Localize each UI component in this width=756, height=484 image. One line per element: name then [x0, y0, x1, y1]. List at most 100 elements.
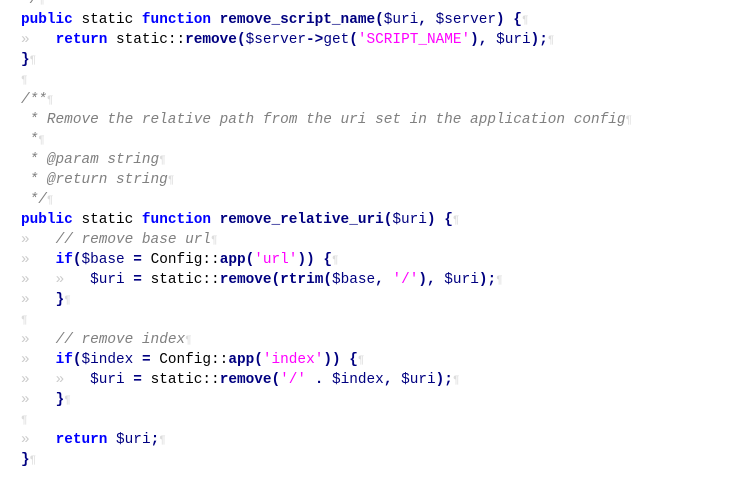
code-line[interactable]: * @return string [21, 170, 175, 190]
pilcrow-marker [30, 55, 37, 67]
code-token: remove [185, 32, 237, 48]
code-token: public [21, 212, 73, 228]
code-token: )) { [297, 252, 332, 268]
code-token: function [141, 12, 212, 28]
code-token: ); [530, 32, 548, 48]
code-token: = [124, 252, 151, 268]
code-line[interactable] [21, 410, 28, 430]
code-token: remove [219, 272, 272, 288]
code-token: $index [81, 352, 134, 368]
code-token: )) { [323, 352, 358, 368]
code-line[interactable]: * [21, 130, 45, 150]
code-token: return [55, 432, 108, 448]
code-token: remove_script_name [219, 12, 376, 28]
pilcrow-marker [64, 395, 71, 407]
code-token: get [323, 32, 350, 48]
code-line[interactable]: » // remove index [21, 330, 192, 350]
code-line[interactable]: » if($index = Config::app('index')) { [21, 350, 365, 370]
code-token: $base [331, 272, 376, 288]
code-token: $uri [383, 12, 419, 28]
code-token: static:: [150, 372, 220, 388]
code-token: remove [219, 372, 272, 388]
tab-marker: » [21, 32, 30, 48]
pilcrow-marker [548, 35, 555, 47]
code-line[interactable]: public static function remove_relative_u… [21, 210, 459, 230]
code-token: , [375, 272, 393, 288]
code-token: $uri [392, 212, 427, 228]
code-editor[interactable]: */ public static function remove_script_n… [0, 0, 756, 484]
code-line[interactable]: » // remove base url [21, 230, 218, 250]
pilcrow-marker [453, 375, 460, 387]
pilcrow-marker [38, 0, 45, 7]
code-token: * [21, 132, 39, 148]
code-token: 'SCRIPT_NAME' [357, 32, 471, 48]
tab-marker: » [21, 352, 30, 368]
code-line[interactable]: » if($base = Config::app('url')) { [21, 250, 339, 270]
code-token: . [306, 372, 332, 388]
code-token: } [55, 292, 65, 308]
pilcrow-marker [47, 195, 54, 207]
code-token: app [228, 352, 255, 368]
pilcrow-marker [453, 215, 460, 227]
pilcrow-marker [159, 155, 166, 167]
code-line[interactable] [21, 310, 28, 330]
code-line[interactable]: */ [21, 190, 54, 210]
code-token: remove_relative_uri [219, 212, 384, 228]
code-line[interactable]: * Remove the relative path from the uri … [21, 110, 633, 130]
code-line[interactable]: » » $uri = static::remove('/' . $index, … [21, 370, 460, 390]
tab-marker: » [21, 332, 30, 348]
code-line[interactable]: » return static::remove($server->get('SC… [21, 30, 555, 50]
code-line[interactable] [21, 70, 28, 90]
code-token: $uri [444, 272, 479, 288]
code-token: ( [349, 32, 358, 48]
pilcrow-marker [332, 255, 339, 267]
code-token: app [219, 252, 246, 268]
code-line[interactable]: public static function remove_script_nam… [21, 10, 529, 30]
pilcrow-marker [47, 95, 54, 107]
tab-marker: » [21, 252, 30, 268]
code-line[interactable]: » } [21, 390, 71, 410]
code-token: */ [21, 192, 47, 208]
code-line[interactable]: * @param string [21, 150, 166, 170]
pilcrow-marker [30, 455, 37, 467]
code-token: $uri [116, 432, 151, 448]
code-line[interactable]: » } [21, 290, 71, 310]
code-token: rtrim [280, 272, 324, 288]
code-token: 'url' [254, 252, 298, 268]
code-token: Config:: [150, 252, 220, 268]
code-token: '/' [280, 372, 307, 388]
code-token: if [55, 252, 73, 268]
code-token: ) { [426, 212, 453, 228]
code-token: , [383, 372, 402, 388]
code-token: $server [435, 12, 497, 28]
code-token: ( [271, 372, 281, 388]
code-token: -> [306, 32, 324, 48]
code-line[interactable]: » return $uri; [21, 430, 166, 450]
pilcrow-marker [159, 435, 166, 447]
code-line[interactable]: */ [21, 0, 45, 10]
code-line[interactable]: /** [21, 90, 54, 110]
tab-marker: » [21, 292, 30, 308]
code-line[interactable]: } [21, 450, 36, 470]
code-token: ) { [496, 12, 522, 28]
pilcrow-marker [21, 75, 28, 87]
code-token: static [72, 12, 142, 28]
code-token: ( [271, 272, 281, 288]
code-token: */ [21, 0, 39, 8]
code-line[interactable]: } [21, 50, 36, 70]
code-line[interactable]: » » $uri = static::remove(rtrim($base, '… [21, 270, 503, 290]
code-token: * @return string [21, 172, 168, 188]
code-token: ( [254, 352, 263, 368]
code-token: // remove base url [55, 232, 212, 248]
code-token: ); [435, 372, 453, 388]
code-token: function [141, 212, 212, 228]
